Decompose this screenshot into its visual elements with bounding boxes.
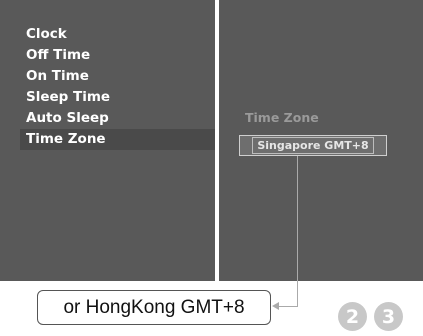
callout-text: or HongKong GMT+8 — [63, 296, 245, 318]
time-zone-value: Singapore GMT+8 — [252, 137, 374, 154]
step-badge-3: 3 — [374, 302, 403, 331]
callout-connector-line — [297, 156, 298, 306]
menu-item-on-time[interactable]: On Time — [20, 66, 215, 87]
time-zone-selector[interactable]: Singapore GMT+8 — [239, 135, 387, 156]
time-zone-label: Time Zone — [245, 110, 319, 125]
callout-box: or HongKong GMT+8 — [37, 290, 271, 325]
callout-connector-line-horizontal — [278, 306, 298, 307]
menu-item-off-time[interactable]: Off Time — [20, 45, 215, 66]
menu-item-sleep-time[interactable]: Sleep Time — [20, 87, 215, 108]
menu-item-time-zone[interactable]: Time Zone — [20, 129, 215, 150]
menu-item-auto-sleep[interactable]: Auto Sleep — [20, 108, 215, 129]
settings-menu: Clock Off Time On Time Sleep Time Auto S… — [20, 24, 215, 150]
callout-arrow-icon — [272, 302, 279, 310]
step-badge-2: 2 — [338, 302, 367, 331]
menu-item-clock[interactable]: Clock — [20, 24, 215, 45]
